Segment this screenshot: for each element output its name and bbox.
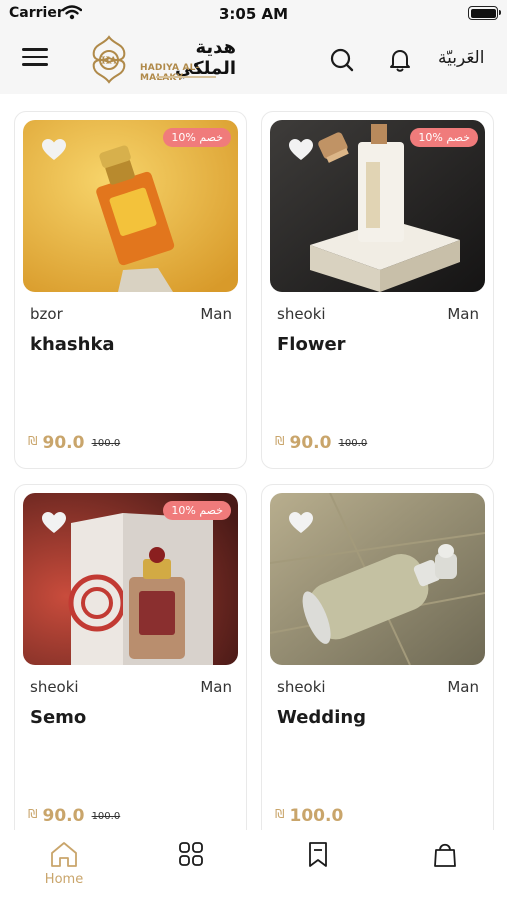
sale-price: 100.0	[289, 806, 344, 826]
bookmark-icon	[309, 842, 327, 867]
svg-text:HA: HA	[101, 57, 118, 67]
product-brand: sheoki	[277, 305, 326, 323]
price-row: ₪ 100.0	[275, 806, 343, 826]
sale-price: 90.0	[289, 433, 332, 453]
product-gender: Man	[200, 305, 232, 323]
discount-badge: 10% خصم	[410, 128, 478, 147]
status-bar: Carrier 3:05 AM	[0, 0, 507, 28]
heart-icon[interactable]	[41, 511, 67, 535]
heart-icon[interactable]	[41, 138, 67, 162]
battery-icon	[468, 6, 501, 20]
status-time: 3:05 AM	[218, 5, 289, 23]
logo-english-name: HADIYA AL-MALAKY	[140, 63, 200, 83]
product-name: Flower	[277, 334, 346, 355]
product-gender: Man	[447, 678, 479, 696]
original-price: 100.0	[91, 438, 121, 449]
product-gender: Man	[200, 678, 232, 696]
product-card[interactable]: 10% خصم sheoki Man Semo ₪ 90.0 100.0	[14, 484, 247, 830]
product-image: 10% خصم	[23, 493, 238, 665]
product-brand: sheoki	[277, 678, 326, 696]
original-price: 100.0	[338, 438, 368, 449]
product-card[interactable]: sheoki Man Wedding ₪ 100.0	[261, 484, 494, 830]
brand-logo[interactable]: HA هدية الملكي HADIYA AL-MALAKY	[86, 34, 236, 88]
product-card[interactable]: 10% خصم bzor Man khashka ₪ 90.0 100.0	[14, 111, 247, 469]
sale-price: 90.0	[42, 806, 85, 826]
shopping-bag-icon	[434, 843, 456, 867]
notifications-button[interactable]	[386, 46, 414, 74]
price-row: ₪ 90.0 100.0	[28, 806, 120, 826]
product-name: Wedding	[277, 707, 367, 728]
logo-tagline-rule	[156, 76, 216, 78]
price-row: ₪ 90.0 100.0	[275, 433, 367, 453]
tab-home-label: Home	[44, 872, 84, 887]
menu-line	[22, 63, 48, 66]
currency-symbol: ₪	[28, 434, 38, 448]
product-name: khashka	[30, 334, 115, 355]
product-gender: Man	[447, 305, 479, 323]
bottom-tab-bar: Home	[0, 830, 507, 900]
menu-button[interactable]	[22, 48, 48, 72]
tab-categories[interactable]	[161, 840, 221, 894]
product-brand: bzor	[30, 305, 63, 323]
product-image	[270, 493, 485, 665]
price-row: ₪ 90.0 100.0	[28, 433, 120, 453]
logo-emblem-icon: HA	[92, 35, 126, 84]
tab-saved[interactable]	[288, 840, 348, 894]
sale-price: 90.0	[42, 433, 85, 453]
language-toggle[interactable]: العَربيّة	[438, 48, 484, 68]
heart-icon[interactable]	[288, 138, 314, 162]
product-card[interactable]: 10% خصم sheoki Man Flower ₪ 90.0 100.0	[261, 111, 494, 469]
product-image: 10% خصم	[270, 120, 485, 292]
currency-symbol: ₪	[275, 434, 285, 448]
tab-cart[interactable]	[415, 840, 475, 894]
tab-home[interactable]: Home	[34, 840, 94, 894]
discount-badge: 10% خصم	[163, 501, 231, 520]
original-price: 100.0	[91, 811, 121, 822]
search-icon	[330, 48, 354, 72]
product-name: Semo	[30, 707, 87, 728]
grid-icon	[179, 842, 203, 866]
currency-symbol: ₪	[28, 807, 38, 821]
bell-icon	[390, 50, 410, 72]
heart-icon[interactable]	[288, 511, 314, 535]
product-brand: sheoki	[30, 678, 79, 696]
home-icon	[51, 842, 77, 867]
menu-line	[22, 48, 48, 51]
currency-symbol: ₪	[275, 807, 285, 821]
menu-line	[22, 55, 48, 58]
discount-badge: 10% خصم	[163, 128, 231, 147]
product-image: 10% خصم	[23, 120, 238, 292]
app-header: HA هدية الملكي HADIYA AL-MALAKY العَربيّ…	[0, 28, 507, 94]
product-grid: 10% خصم bzor Man khashka ₪ 90.0 100.0 10…	[0, 94, 507, 830]
search-button[interactable]	[328, 46, 356, 74]
